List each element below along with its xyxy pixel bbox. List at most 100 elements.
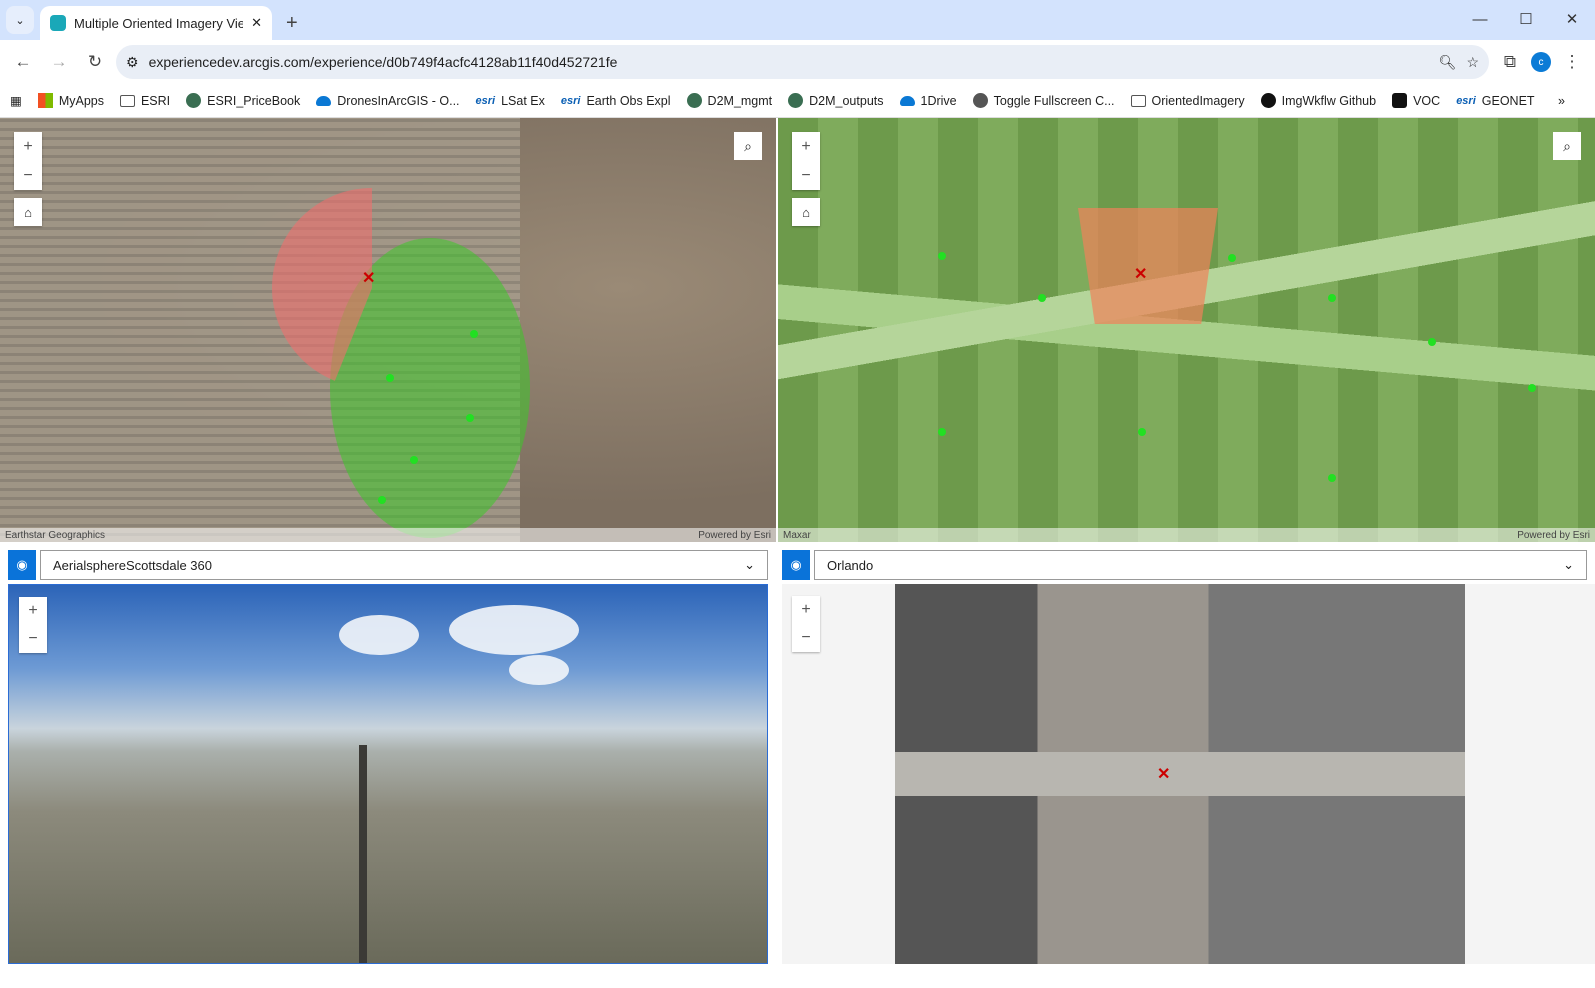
chevron-down-icon: ⌄	[744, 557, 755, 572]
selected-layer: AerialsphereScottsdale 360	[53, 557, 212, 573]
bookmark-label: DronesInArcGIS - O...	[337, 93, 460, 108]
image-point[interactable]	[1138, 428, 1146, 436]
image-point[interactable]	[1038, 294, 1046, 302]
left-viewer-header: ◉ AerialsphereScottsdale 360 ⌄	[8, 550, 768, 580]
search-button[interactable]: ⌕	[734, 132, 762, 160]
bookmark-star-icon[interactable]: ☆	[1466, 54, 1479, 71]
image-point[interactable]	[466, 414, 474, 422]
zoom-in-button[interactable]: +	[792, 132, 820, 161]
tab-search-button[interactable]: ⌄	[6, 6, 34, 34]
image-point[interactable]	[410, 456, 418, 464]
bookmark[interactable]: esri Earth Obs Expl	[561, 94, 671, 108]
minimize-button[interactable]: —	[1457, 0, 1503, 38]
globe-icon	[972, 93, 988, 108]
bookmark[interactable]: ESRI_PriceBook	[186, 93, 300, 108]
cloud	[339, 615, 419, 655]
bookmark[interactable]: D2M_outputs	[788, 93, 884, 108]
bookmark[interactable]: MyApps	[37, 93, 104, 108]
image-viewer-orlando[interactable]: ✕ + −	[782, 584, 1595, 964]
powered-by-esri[interactable]: Powered by Esri	[698, 530, 771, 541]
bookmark-label: MyApps	[58, 93, 104, 108]
bookmark-label: VOC	[1413, 93, 1441, 108]
bookmark[interactable]: VOC	[1392, 93, 1440, 108]
address-bar[interactable]: ⚙ experiencedev.arcgis.com/experience/d0…	[116, 45, 1489, 79]
bookmark-label: LSat Ex	[501, 93, 545, 108]
zoom-control: + −	[792, 596, 820, 652]
bookmark-label: D2M_outputs	[809, 93, 884, 108]
oic-layer-select[interactable]: Orlando ⌄	[814, 550, 1587, 580]
apps-grid-icon[interactable]: ▦	[10, 93, 22, 108]
zoom-out-button[interactable]: −	[792, 161, 820, 190]
tab-active[interactable]: Multiple Oriented Imagery View ✕	[40, 6, 272, 40]
zoom-icon[interactable]: 🔍︎	[1439, 54, 1457, 71]
more-bookmarks-icon[interactable]: »	[1558, 94, 1565, 108]
reload-button[interactable]: ↻	[80, 47, 110, 77]
esri-icon: esri	[1456, 94, 1476, 107]
bookmark-label: GEONET	[1481, 93, 1535, 108]
bookmark[interactable]: 1Drive	[899, 94, 957, 108]
back-button[interactable]: ←	[8, 47, 38, 77]
zoom-out-button[interactable]: −	[19, 625, 47, 653]
bookmark[interactable]: ESRI	[119, 94, 170, 108]
oic-layer-select[interactable]: AerialsphereScottsdale 360 ⌄	[40, 550, 768, 580]
camera-location-marker[interactable]: ✕	[362, 268, 375, 288]
zoom-out-button[interactable]: −	[14, 161, 42, 190]
map-scottsdale[interactable]: ✕ + − ⌂ ⌕ Earthstar Geographics Powered by…	[0, 118, 776, 542]
image-point[interactable]	[470, 330, 478, 338]
zoom-control: + −	[792, 132, 820, 190]
image-viewer-360[interactable]: + −	[8, 584, 768, 964]
image-point[interactable]	[1528, 384, 1536, 392]
github-icon	[1392, 93, 1408, 108]
extensions-icon[interactable]: ⧉	[1495, 47, 1525, 77]
menu-icon[interactable]: ⋮	[1557, 47, 1587, 77]
close-tab-icon[interactable]: ✕	[251, 15, 262, 31]
image-location-marker[interactable]: ✕	[1157, 764, 1170, 784]
home-button[interactable]: ⌂	[14, 198, 42, 226]
search-button[interactable]: ⌕	[1553, 132, 1581, 160]
app-favicon-icon	[50, 15, 66, 31]
camera-location-marker[interactable]: ✕	[1134, 264, 1147, 284]
cloud	[449, 605, 579, 655]
close-window-button[interactable]: ✕	[1549, 0, 1595, 38]
eye-icon[interactable]: ◉	[782, 550, 810, 580]
eye-icon[interactable]: ◉	[8, 550, 36, 580]
bookmark[interactable]: esri LSat Ex	[476, 94, 545, 108]
maximize-button[interactable]: ☐	[1503, 0, 1549, 38]
globe-icon	[186, 93, 202, 108]
site-info-icon[interactable]: ⚙	[126, 54, 139, 71]
image-point[interactable]	[1228, 254, 1236, 262]
cloud-icon	[899, 95, 915, 106]
image-point[interactable]	[1428, 338, 1436, 346]
image-point[interactable]	[378, 496, 386, 504]
zoom-out-button[interactable]: −	[792, 624, 820, 652]
zoom-in-button[interactable]: +	[19, 597, 47, 625]
tab-bar: ⌄ Multiple Oriented Imagery View ✕ + — ☐…	[0, 0, 1595, 40]
bookmark[interactable]: D2M_mgmt	[686, 93, 772, 108]
zoom-control: + −	[19, 597, 47, 653]
zoom-in-button[interactable]: +	[14, 132, 42, 161]
map-orlando[interactable]: ✕ + − ⌂ ⌕ Maxar Powered by Esri	[778, 118, 1595, 542]
github-icon	[1260, 93, 1276, 108]
image-point[interactable]	[1328, 474, 1336, 482]
map-attribution: Maxar Powered by Esri	[778, 528, 1595, 542]
zoom-in-button[interactable]: +	[792, 596, 820, 624]
bookmark[interactable]: Toggle Fullscreen C...	[972, 93, 1115, 108]
right-viewer-header: ◉ Orlando ⌄	[782, 550, 1587, 580]
image-point[interactable]	[1328, 294, 1336, 302]
attribution-text: Earthstar Geographics	[5, 529, 106, 541]
bookmark[interactable]: DronesInArcGIS - O...	[316, 93, 460, 108]
profile-avatar[interactable]: c	[1531, 52, 1551, 72]
bookmark[interactable]: ImgWkflw Github	[1260, 93, 1376, 108]
new-tab-button[interactable]: +	[286, 6, 298, 40]
image-point[interactable]	[938, 428, 946, 436]
powered-by-esri[interactable]: Powered by Esri	[1517, 530, 1590, 541]
image-point[interactable]	[938, 252, 946, 260]
globe-icon	[788, 93, 804, 108]
image-point[interactable]	[386, 374, 394, 382]
cloud-icon	[316, 95, 332, 106]
forward-button[interactable]: →	[44, 47, 74, 77]
url-text[interactable]: experiencedev.arcgis.com/experience/d0b7…	[149, 54, 1429, 70]
home-button[interactable]: ⌂	[792, 198, 820, 226]
bookmark[interactable]: OrientedImagery	[1130, 94, 1245, 108]
bookmark[interactable]: esri GEONET	[1456, 94, 1534, 108]
